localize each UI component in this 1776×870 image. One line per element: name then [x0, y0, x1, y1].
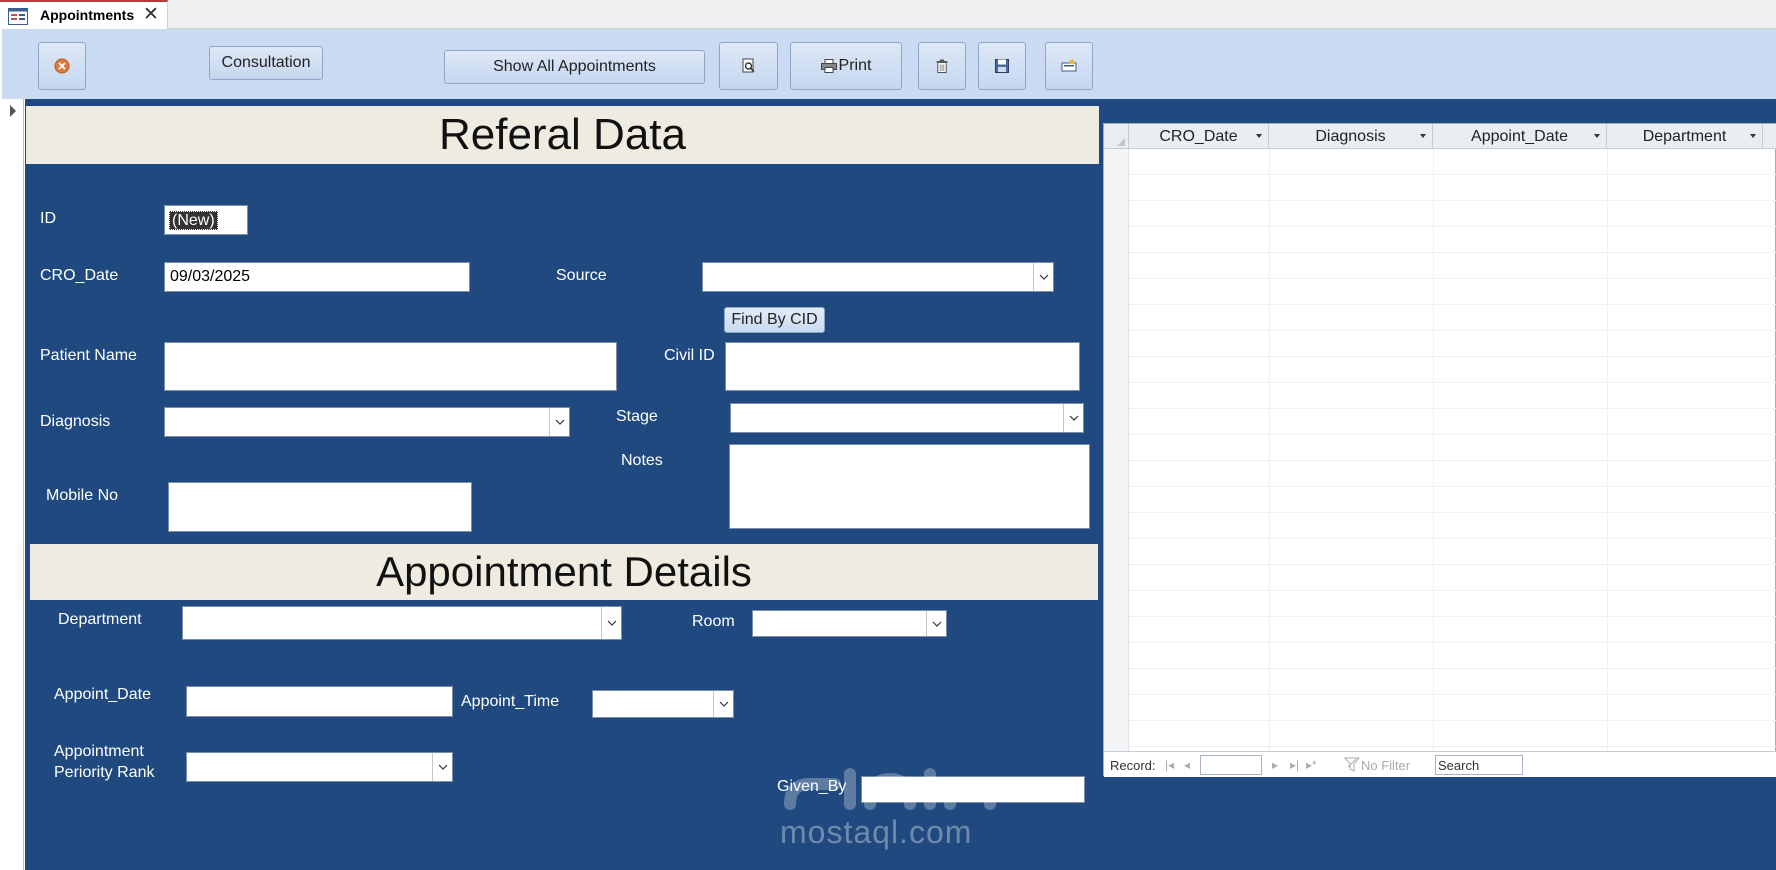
room-label: Room: [692, 613, 735, 630]
new-record-icon: [1061, 59, 1077, 72]
mobile-no-field[interactable]: [168, 482, 472, 532]
tab-appointments[interactable]: Appointments ✕: [0, 0, 168, 30]
mostaql-logo-watermark: [784, 768, 996, 810]
department-combo[interactable]: [182, 606, 622, 640]
column-header-diagnosis[interactable]: Diagnosis: [1269, 124, 1433, 149]
record-label: Record:: [1110, 758, 1156, 773]
print-button[interactable]: Print: [790, 42, 902, 90]
diagnosis-combo[interactable]: [164, 407, 570, 437]
sort-arrow-icon[interactable]: [1256, 134, 1262, 138]
appoint-time-label: Appoint_Time: [461, 693, 560, 710]
consultation-button[interactable]: Consultation: [209, 46, 323, 80]
filter-icon[interactable]: [1344, 757, 1360, 773]
patient-name-field[interactable]: [164, 342, 617, 391]
trash-icon: [936, 59, 948, 73]
chevron-down-icon[interactable]: [713, 691, 733, 717]
record-navigation-bar: Record: |◂ ◂ ▸ ▸| ▸* No Filter Search: [1104, 751, 1776, 777]
sort-arrow-icon[interactable]: [1420, 134, 1426, 138]
stage-label: Stage: [616, 408, 658, 425]
id-field[interactable]: (New): [164, 205, 248, 235]
chevron-down-icon[interactable]: [1063, 404, 1083, 432]
select-all-corner[interactable]: [1104, 124, 1129, 149]
stage-combo[interactable]: [730, 403, 1084, 433]
next-record-icon[interactable]: ▸: [1272, 758, 1278, 772]
previous-record-icon[interactable]: ◂: [1184, 758, 1190, 772]
close-form-button[interactable]: [38, 42, 86, 90]
record-selector[interactable]: [0, 99, 24, 870]
watermark-text: mostaql.com: [780, 814, 973, 850]
find-by-cid-button[interactable]: Find By CID: [724, 307, 825, 333]
chevron-down-icon[interactable]: [549, 408, 569, 436]
chevron-down-icon[interactable]: [432, 753, 452, 781]
document-tab-strip: Appointments ✕: [0, 0, 1776, 30]
magnifier-page-icon: [742, 58, 755, 73]
appointment-rank-label-line2: Periority Rank: [54, 764, 155, 781]
show-all-appointments-button[interactable]: Show All Appointments: [444, 50, 705, 84]
new-record-nav-icon[interactable]: ▸*: [1306, 758, 1317, 772]
delete-button[interactable]: [918, 42, 966, 90]
department-label: Department: [58, 611, 142, 628]
last-record-icon[interactable]: ▸|: [1290, 758, 1299, 772]
no-filter-label[interactable]: No Filter: [1361, 758, 1410, 773]
current-record-arrow-icon: [10, 105, 16, 117]
search-box[interactable]: Search: [1435, 755, 1523, 775]
civil-id-field[interactable]: [725, 342, 1080, 391]
datasheet-grid[interactable]: [1129, 149, 1776, 751]
mobile-no-label: Mobile No: [46, 487, 119, 504]
room-combo[interactable]: [752, 610, 947, 637]
appointment-rank-label-line1: Appointment: [54, 743, 144, 760]
sort-arrow-icon[interactable]: [1750, 134, 1756, 138]
column-header-department[interactable]: Department: [1607, 124, 1763, 149]
datasheet-header: CRO_Date Diagnosis Appoint_Date Departme…: [1104, 124, 1776, 149]
appointments-datasheet[interactable]: CRO_Date Diagnosis Appoint_Date Departme…: [1103, 123, 1776, 777]
tab-title: Appointments: [40, 7, 135, 23]
appointment-rank-combo[interactable]: [186, 752, 453, 782]
id-label: ID: [40, 210, 56, 227]
printer-icon: [820, 59, 837, 73]
sort-arrow-icon[interactable]: [1594, 134, 1600, 138]
print-label: Print: [838, 57, 872, 74]
save-icon: [995, 59, 1009, 73]
cro-date-field[interactable]: 09/03/2025: [164, 262, 470, 292]
source-label: Source: [556, 267, 607, 284]
notes-field[interactable]: [729, 444, 1090, 529]
chevron-down-icon[interactable]: [601, 607, 621, 639]
notes-label: Notes: [621, 452, 663, 469]
form-icon: [8, 8, 28, 25]
diagnosis-label: Diagnosis: [40, 413, 111, 430]
appointment-section-header: Appointment Details: [30, 544, 1098, 600]
record-number-input[interactable]: [1200, 755, 1262, 775]
column-header-cro-date[interactable]: CRO_Date: [1129, 124, 1269, 149]
cro-date-label: CRO_Date: [40, 267, 119, 284]
form-header-toolbar: Consultation Show All Appointments Print: [2, 29, 1776, 99]
datasheet-row-selectors[interactable]: [1104, 149, 1129, 751]
referral-section-header: Referal Data: [26, 106, 1099, 164]
save-button[interactable]: [978, 42, 1026, 90]
close-icon[interactable]: ✕: [143, 5, 159, 25]
appoint-date-field[interactable]: [186, 686, 453, 717]
source-combo[interactable]: [702, 262, 1054, 292]
id-value: (New): [169, 211, 218, 230]
preview-button[interactable]: [719, 42, 778, 90]
column-header-appoint-date[interactable]: Appoint_Date: [1433, 124, 1607, 149]
civil-id-label: Civil ID: [664, 347, 715, 364]
chevron-down-icon[interactable]: [926, 611, 946, 636]
new-record-button[interactable]: [1045, 42, 1093, 90]
patient-name-label: Patient Name: [40, 347, 137, 364]
close-circle-icon: [54, 58, 70, 74]
first-record-icon[interactable]: |◂: [1165, 758, 1174, 772]
appoint-date-label: Appoint_Date: [54, 686, 151, 703]
appoint-time-combo[interactable]: [592, 690, 734, 718]
chevron-down-icon[interactable]: [1033, 263, 1053, 291]
